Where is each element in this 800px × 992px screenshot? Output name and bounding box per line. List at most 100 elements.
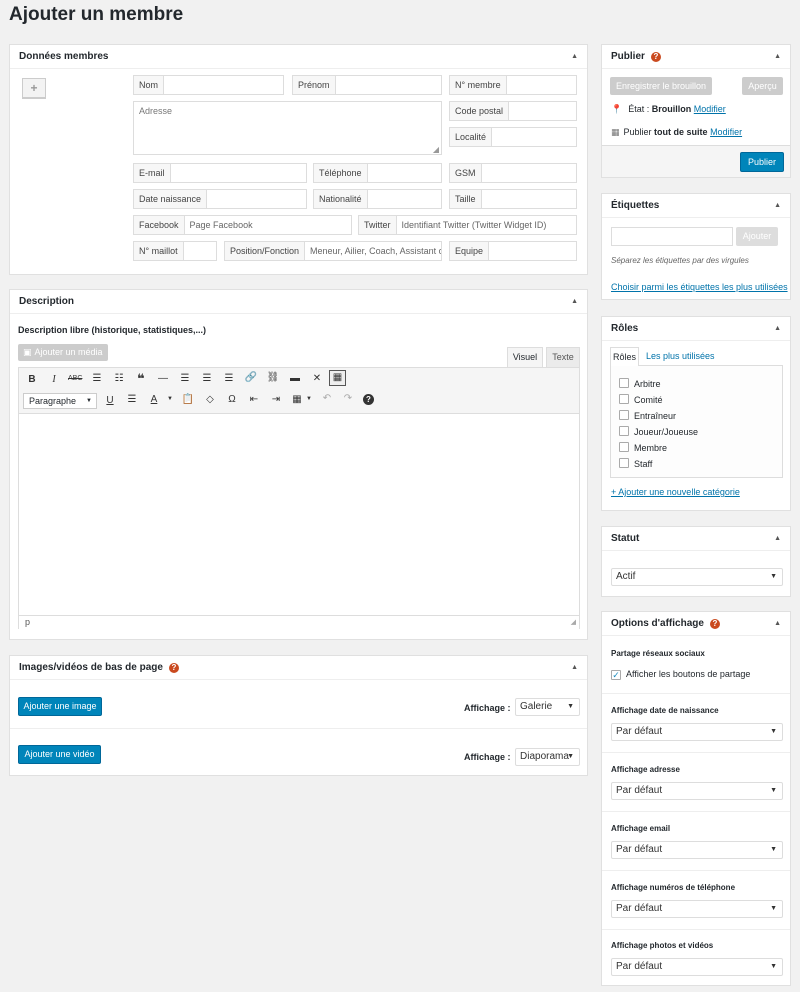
nationalite-input[interactable] (368, 190, 441, 208)
nom-input[interactable] (164, 76, 283, 94)
field-facebook[interactable]: Facebook Page Facebook (133, 215, 352, 235)
horizontal-line-icon[interactable]: — (156, 373, 170, 384)
format-select[interactable]: Paragraphe ▼ (23, 393, 97, 409)
numero-input[interactable] (507, 76, 576, 94)
checkbox[interactable] (619, 442, 629, 452)
align-right-icon[interactable]: ☰ (222, 373, 236, 384)
email-select[interactable]: Par défaut ▼ (611, 841, 783, 859)
equipe-input[interactable] (489, 242, 576, 260)
facebook-input[interactable]: Page Facebook (185, 216, 351, 234)
adresse-textarea[interactable]: Adresse ◢ (133, 101, 442, 155)
add-photo-button[interactable]: + (22, 78, 46, 98)
field-twitter[interactable]: Twitter Identifiant Twitter (Twitter Widg… (358, 215, 577, 235)
blockquote-icon[interactable]: ❝ (134, 371, 148, 387)
role-item[interactable]: Comité (619, 394, 663, 405)
field-date-naissance[interactable]: Date naissance (133, 189, 307, 209)
field-code-postal[interactable]: Code postal (449, 101, 577, 121)
bold-icon[interactable]: B (25, 374, 39, 385)
checkbox[interactable] (619, 394, 629, 404)
help-icon[interactable]: ? (709, 618, 720, 629)
indent-icon[interactable]: ⇥ (269, 394, 283, 405)
image-display-select[interactable]: Galerie ▼ (515, 698, 580, 716)
social-share-option[interactable]: ✓ Afficher les boutons de partage (611, 669, 750, 680)
justify-icon[interactable]: ☰ (125, 394, 139, 405)
strikethrough-icon[interactable]: ABC (68, 375, 82, 382)
status-header[interactable]: Statut ▲ (602, 527, 790, 551)
tags-header[interactable]: Étiquettes ▲ (602, 194, 790, 218)
display-options-header[interactable]: Options d'affichage? ▲ (602, 612, 790, 636)
publish-header[interactable]: Publier? ▲ (602, 45, 790, 69)
date-naissance-input[interactable] (207, 190, 306, 208)
choose-tags-link[interactable]: Choisir parmi les étiquettes les plus ut… (611, 282, 788, 292)
resize-handle-icon[interactable]: ◢ (571, 616, 576, 629)
member-data-header[interactable]: Données membres ▲ (10, 45, 587, 69)
add-image-button[interactable]: Ajouter une image (18, 697, 102, 716)
role-item[interactable]: Staff (619, 458, 652, 469)
checkbox-checked[interactable]: ✓ (611, 670, 621, 680)
collapse-icon[interactable]: ▲ (774, 325, 781, 332)
tab-roles-all[interactable]: Rôles (610, 347, 639, 366)
chevron-down-icon[interactable]: ▼ (302, 396, 316, 402)
role-item[interactable]: Entraîneur (619, 410, 676, 421)
field-email[interactable]: E-mail (133, 163, 307, 183)
preview-button[interactable]: Aperçu (742, 77, 783, 95)
clear-formatting-icon[interactable]: ◇ (203, 394, 217, 405)
collapse-icon[interactable]: ▲ (571, 664, 578, 671)
collapse-icon[interactable]: ▲ (571, 298, 578, 305)
position-input[interactable]: Meneur, Ailier, Coach, Assistant co (305, 242, 441, 260)
toolbar-toggle-icon[interactable]: ▦ (329, 370, 346, 386)
role-item[interactable]: Arbitre (619, 378, 661, 389)
align-left-icon[interactable]: ☰ (178, 373, 192, 384)
collapse-icon[interactable]: ▲ (774, 53, 781, 60)
photos-select[interactable]: Par défaut ▼ (611, 958, 783, 976)
collapse-icon[interactable]: ▲ (774, 620, 781, 627)
help-icon[interactable]: ? (363, 394, 374, 405)
redo-icon[interactable]: ↷ (341, 393, 355, 404)
special-char-icon[interactable]: Ω (225, 394, 239, 405)
birth-select[interactable]: Par défaut ▼ (611, 723, 783, 741)
collapse-icon[interactable]: ▲ (774, 535, 781, 542)
resize-handle-icon[interactable]: ◢ (433, 145, 439, 154)
numbered-list-icon[interactable]: ☷ (112, 373, 126, 384)
publish-button[interactable]: Publier (740, 152, 784, 172)
text-color-icon[interactable]: A (147, 394, 161, 405)
video-display-select[interactable]: Diaporama ▼ (515, 748, 580, 766)
maillot-input[interactable] (184, 242, 216, 260)
undo-icon[interactable]: ↶ (320, 393, 334, 404)
field-localite[interactable]: Localité (449, 127, 577, 147)
localite-input[interactable] (492, 128, 576, 146)
bullet-list-icon[interactable]: ☰ (90, 373, 104, 384)
editor-content[interactable] (19, 415, 579, 615)
tab-visuel[interactable]: Visuel (507, 347, 543, 367)
italic-icon[interactable]: I (47, 374, 61, 385)
email-input[interactable] (171, 164, 306, 182)
field-prenom[interactable]: Prénom (292, 75, 442, 95)
tab-roles-popular[interactable]: Les plus utilisées (646, 351, 715, 361)
outdent-icon[interactable]: ⇤ (247, 394, 261, 405)
status-select[interactable]: Actif ▼ (611, 568, 783, 586)
modify-state-link[interactable]: Modifier (694, 104, 726, 114)
field-numero[interactable]: N° membre (449, 75, 577, 95)
tag-input[interactable] (611, 227, 733, 246)
media-header[interactable]: Images/vidéos de bas de page? ▲ (10, 656, 587, 680)
add-tag-button[interactable]: Ajouter (736, 227, 778, 246)
help-icon[interactable]: ? (650, 51, 661, 62)
field-maillot[interactable]: N° maillot (133, 241, 217, 261)
link-icon[interactable]: 🔗 (244, 372, 258, 383)
unlink-icon[interactable]: ⛓ (266, 372, 280, 383)
collapse-icon[interactable]: ▲ (774, 202, 781, 209)
twitter-input[interactable]: Identifiant Twitter (Twitter Widget ID) (397, 216, 576, 234)
description-header[interactable]: Description ▲ (10, 290, 587, 314)
paste-text-icon[interactable]: 📋 (181, 394, 195, 405)
prenom-input[interactable] (336, 76, 441, 94)
field-nationalite[interactable]: Nationalité (313, 189, 442, 209)
address-select[interactable]: Par défaut ▼ (611, 782, 783, 800)
modify-date-link[interactable]: Modifier (710, 127, 742, 137)
field-nom[interactable]: Nom (133, 75, 284, 95)
roles-header[interactable]: Rôles ▲ (602, 317, 790, 341)
underline-icon[interactable]: U (103, 395, 117, 406)
gsm-input[interactable] (482, 164, 576, 182)
field-equipe[interactable]: Equipe (449, 241, 577, 261)
add-video-button[interactable]: Ajouter une vidéo (18, 745, 101, 764)
chevron-down-icon[interactable]: ▼ (163, 396, 177, 402)
